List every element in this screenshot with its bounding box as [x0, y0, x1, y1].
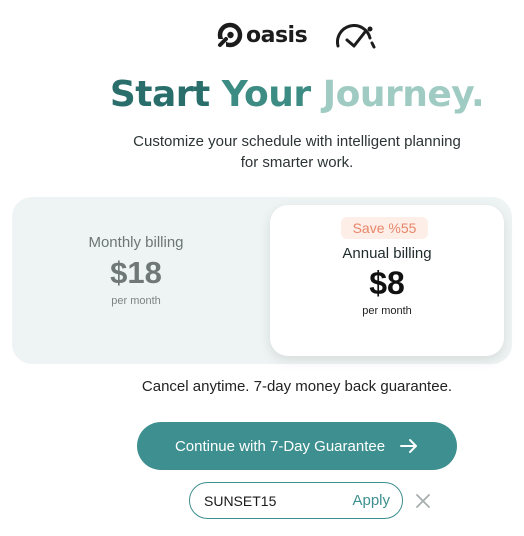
annual-billing-option[interactable]: Save %55 Annual billing $8 per month: [270, 205, 504, 356]
monthly-period: per month: [111, 295, 161, 307]
savings-badge: Save %55: [341, 217, 428, 239]
coupon-field: Apply: [189, 482, 403, 519]
title-word-3: Journey.: [322, 74, 485, 115]
oasis-logo-icon: [217, 22, 243, 48]
subtitle-line-1: Customize your schedule with intelligent…: [133, 133, 461, 150]
guarantee-text: Cancel anytime. 7-day money back guarant…: [141, 378, 453, 395]
close-icon[interactable]: [414, 492, 432, 510]
continue-button[interactable]: Continue with 7-Day Guarantee: [137, 422, 457, 470]
annual-period: per month: [362, 305, 412, 317]
monthly-billing-option[interactable]: Monthly billing $18 per month: [12, 197, 260, 364]
coupon-input[interactable]: [204, 491, 334, 511]
header-logos: oasis: [0, 22, 524, 52]
subtitle-line-2: for smarter work.: [240, 154, 354, 171]
title-word-2: Your: [221, 74, 311, 115]
page-title: Start Your Journey.: [0, 74, 524, 115]
page-subtitle: Customize your schedule with intelligent…: [0, 131, 524, 173]
annual-billing-label: Annual billing: [342, 245, 432, 262]
monthly-price: $18: [110, 255, 162, 290]
gauge-icon: [336, 24, 376, 49]
arrow-right-icon: [399, 438, 419, 454]
monthly-billing-label: Monthly billing: [88, 234, 184, 251]
brand-logo: oasis: [217, 22, 308, 48]
continue-button-label: Continue with 7-Day Guarantee: [174, 437, 386, 455]
title-word-1: Start: [109, 74, 210, 115]
brand-name: oasis: [246, 22, 308, 48]
annual-price: $8: [369, 265, 405, 301]
apply-coupon-button[interactable]: Apply: [352, 492, 390, 509]
